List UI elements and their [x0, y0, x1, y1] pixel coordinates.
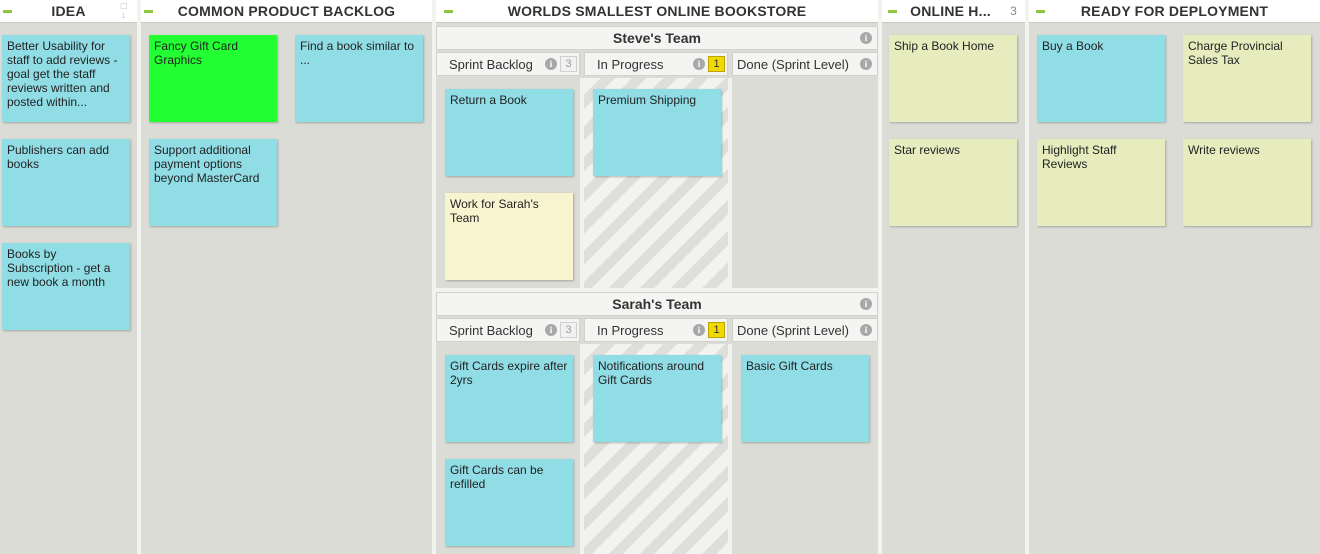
card[interactable]: Work for Sarah's Team — [445, 193, 573, 280]
info-icon[interactable]: i — [860, 58, 872, 70]
cell-divider — [580, 78, 584, 288]
info-icon[interactable]: i — [860, 298, 872, 310]
subcolumn-header-in-progress[interactable]: In Progress i 1 — [584, 52, 728, 76]
column-header-ready[interactable]: READY FOR DEPLOYMENT — [1029, 0, 1320, 23]
cell-divider — [728, 344, 732, 554]
card[interactable]: Write reviews — [1183, 139, 1311, 226]
card[interactable]: Support additional payment options beyon… — [149, 139, 277, 226]
lane-title: Steve's Team — [613, 30, 701, 46]
card[interactable]: Ship a Book Home — [889, 35, 1017, 122]
wip-limit-badge: 1 — [708, 56, 725, 72]
cell-divider — [580, 344, 584, 554]
subcolumn-header-sprint-backlog[interactable]: Sprint Backlog i 3 — [436, 318, 580, 342]
lane-header-steves-team[interactable]: Steve's Team i — [436, 26, 878, 50]
column-backlog: COMMON PRODUCT BACKLOG Fancy Gift Card G… — [141, 0, 432, 554]
column-idea: IDEA □ ↓ Better Usability for staff to ad… — [0, 0, 137, 554]
card[interactable]: Better Usability for staff to add review… — [2, 35, 130, 122]
card[interactable]: Buy a Book — [1037, 35, 1165, 122]
subcolumn-header-done[interactable]: Done (Sprint Level) i — [732, 318, 878, 342]
subcolumn-title: In Progress — [597, 322, 664, 338]
column-header-idea[interactable]: IDEA □ ↓ — [0, 0, 137, 23]
card[interactable]: Return a Book — [445, 89, 573, 176]
column-title: READY FOR DEPLOYMENT — [1080, 3, 1269, 19]
wip-limit-badge: 1 — [708, 322, 725, 338]
column-header-backlog[interactable]: COMMON PRODUCT BACKLOG — [141, 0, 432, 23]
card[interactable]: Find a book similar to ... — [295, 35, 423, 122]
info-icon[interactable]: i — [693, 324, 705, 336]
column-title: COMMON PRODUCT BACKLOG — [177, 3, 396, 19]
card[interactable]: Books by Subscription - get a new book a… — [2, 243, 130, 330]
card[interactable]: Fancy Gift Card Graphics — [149, 35, 277, 122]
collapse-icon[interactable] — [3, 10, 12, 13]
card[interactable]: Premium Shipping — [593, 89, 721, 176]
subcolumn-title: In Progress — [597, 56, 664, 72]
info-icon[interactable]: i — [693, 58, 705, 70]
column-online: ONLINE H... 3 Ship a Book Home Star revi… — [882, 0, 1025, 554]
column-header-online[interactable]: ONLINE H... 3 — [882, 0, 1025, 23]
info-icon[interactable]: i — [860, 32, 872, 44]
collapse-icon[interactable] — [1036, 10, 1045, 13]
card[interactable]: Notifications around Gift Cards — [593, 355, 721, 442]
subcolumn-header-in-progress[interactable]: In Progress i 1 — [584, 318, 728, 342]
lane-header-sarahs-team[interactable]: Sarah's Team i — [436, 292, 878, 316]
sort-icon[interactable]: □ ↓ — [121, 2, 127, 21]
column-title: IDEA — [51, 3, 86, 19]
subcolumn-header-sprint-backlog[interactable]: Sprint Backlog i 3 — [436, 52, 580, 76]
column-ready: READY FOR DEPLOYMENT Buy a Book Charge P… — [1029, 0, 1320, 554]
column-title: ONLINE H... — [910, 3, 991, 19]
card-count-badge: 3 — [560, 322, 577, 338]
card-count: 3 — [1010, 4, 1017, 18]
collapse-icon[interactable] — [144, 10, 153, 13]
collapse-icon[interactable] — [444, 10, 453, 13]
card[interactable]: Publishers can add books — [2, 139, 130, 226]
subcolumn-title: Sprint Backlog — [449, 322, 533, 338]
info-icon[interactable]: i — [545, 58, 557, 70]
subcolumn-title: Done (Sprint Level) — [737, 56, 849, 72]
card[interactable]: Basic Gift Cards — [741, 355, 869, 442]
subcolumn-title: Done (Sprint Level) — [737, 322, 849, 338]
card[interactable]: Star reviews — [889, 139, 1017, 226]
cell-divider — [728, 78, 732, 288]
subcolumn-title: Sprint Backlog — [449, 56, 533, 72]
lane-title: Sarah's Team — [612, 296, 702, 312]
subcolumn-header-done[interactable]: Done (Sprint Level) i — [732, 52, 878, 76]
card[interactable]: Gift Cards can be refilled — [445, 459, 573, 546]
card[interactable]: Highlight Staff Reviews — [1037, 139, 1165, 226]
column-worlds: WORLDS SMALLEST ONLINE BOOKSTORE Steve's… — [436, 0, 878, 554]
info-icon[interactable]: i — [860, 324, 872, 336]
card[interactable]: Gift Cards expire after 2yrs — [445, 355, 573, 442]
column-header-worlds[interactable]: WORLDS SMALLEST ONLINE BOOKSTORE — [436, 0, 878, 23]
info-icon[interactable]: i — [545, 324, 557, 336]
card-count-badge: 3 — [560, 56, 577, 72]
column-title: WORLDS SMALLEST ONLINE BOOKSTORE — [507, 3, 807, 19]
collapse-icon[interactable] — [888, 10, 897, 13]
card[interactable]: Charge Provincial Sales Tax — [1183, 35, 1311, 122]
